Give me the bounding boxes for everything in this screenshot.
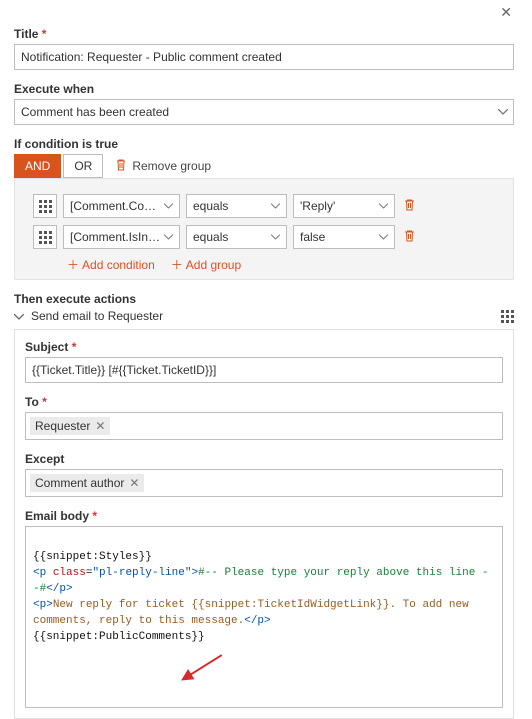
execute-when-select[interactable]: Comment has been created bbox=[14, 99, 514, 125]
tab-and[interactable]: AND bbox=[14, 154, 61, 178]
delete-rule-button[interactable] bbox=[401, 229, 417, 245]
chevron-down-icon bbox=[271, 235, 280, 240]
action-editor: Subject * To * Requester ✕ Except Commen… bbox=[14, 329, 514, 719]
actions-label: Then execute actions bbox=[14, 292, 514, 306]
delete-rule-button[interactable] bbox=[401, 198, 417, 214]
title-input[interactable] bbox=[14, 44, 514, 70]
except-label: Except bbox=[25, 452, 503, 466]
chevron-down-icon[interactable] bbox=[14, 309, 24, 323]
condition-label: If condition is true bbox=[14, 137, 514, 151]
rule-value-select[interactable]: false bbox=[293, 225, 395, 249]
condition-panel: [Comment.CommentTy… equals Reply [Commen… bbox=[14, 178, 514, 280]
rule-field-select[interactable]: [Comment.CommentTy… bbox=[63, 194, 180, 218]
subject-input[interactable] bbox=[25, 357, 503, 383]
condition-rule: [Comment.IsInitial] equals false bbox=[33, 225, 505, 249]
email-body-editor[interactable]: {{snippet:Styles}} <p class="pl-reply-li… bbox=[25, 526, 503, 708]
remove-chip-icon[interactable]: ✕ bbox=[95, 419, 105, 433]
action-name: Send email to Requester bbox=[31, 309, 163, 323]
condition-rule: [Comment.CommentTy… equals Reply bbox=[33, 194, 505, 218]
close-button[interactable]: ✕ bbox=[498, 4, 514, 27]
tab-or[interactable]: OR bbox=[63, 154, 103, 178]
add-condition-button[interactable]: ＋ Add condition bbox=[67, 256, 155, 273]
drag-handle[interactable] bbox=[33, 194, 57, 218]
chevron-down-icon bbox=[379, 235, 388, 240]
to-label: To * bbox=[25, 395, 503, 409]
except-input[interactable]: Comment author ✕ bbox=[25, 469, 503, 497]
drag-handle[interactable] bbox=[501, 310, 514, 323]
chevron-down-icon bbox=[379, 204, 388, 209]
chevron-down-icon bbox=[271, 204, 280, 209]
drag-handle[interactable] bbox=[33, 225, 57, 249]
rule-op-select[interactable]: equals bbox=[186, 194, 287, 218]
rule-field-select[interactable]: [Comment.IsInitial] bbox=[63, 225, 180, 249]
recipient-chip: Comment author ✕ bbox=[30, 474, 144, 492]
remove-chip-icon[interactable]: ✕ bbox=[129, 476, 139, 490]
title-label: Title * bbox=[14, 27, 514, 41]
execute-when-label: Execute when bbox=[14, 82, 514, 96]
trash-icon bbox=[115, 158, 127, 174]
plus-icon: ＋ bbox=[67, 256, 79, 273]
add-group-button[interactable]: ＋ Add group bbox=[171, 256, 241, 273]
remove-group-button[interactable]: Remove group bbox=[115, 158, 211, 174]
body-label: Email body * bbox=[25, 509, 503, 523]
to-input[interactable]: Requester ✕ bbox=[25, 412, 503, 440]
recipient-chip: Requester ✕ bbox=[30, 417, 110, 435]
plus-icon: ＋ bbox=[171, 256, 183, 273]
subject-label: Subject * bbox=[25, 340, 503, 354]
rule-value-select[interactable]: Reply bbox=[293, 194, 395, 218]
rule-op-select[interactable]: equals bbox=[186, 225, 287, 249]
